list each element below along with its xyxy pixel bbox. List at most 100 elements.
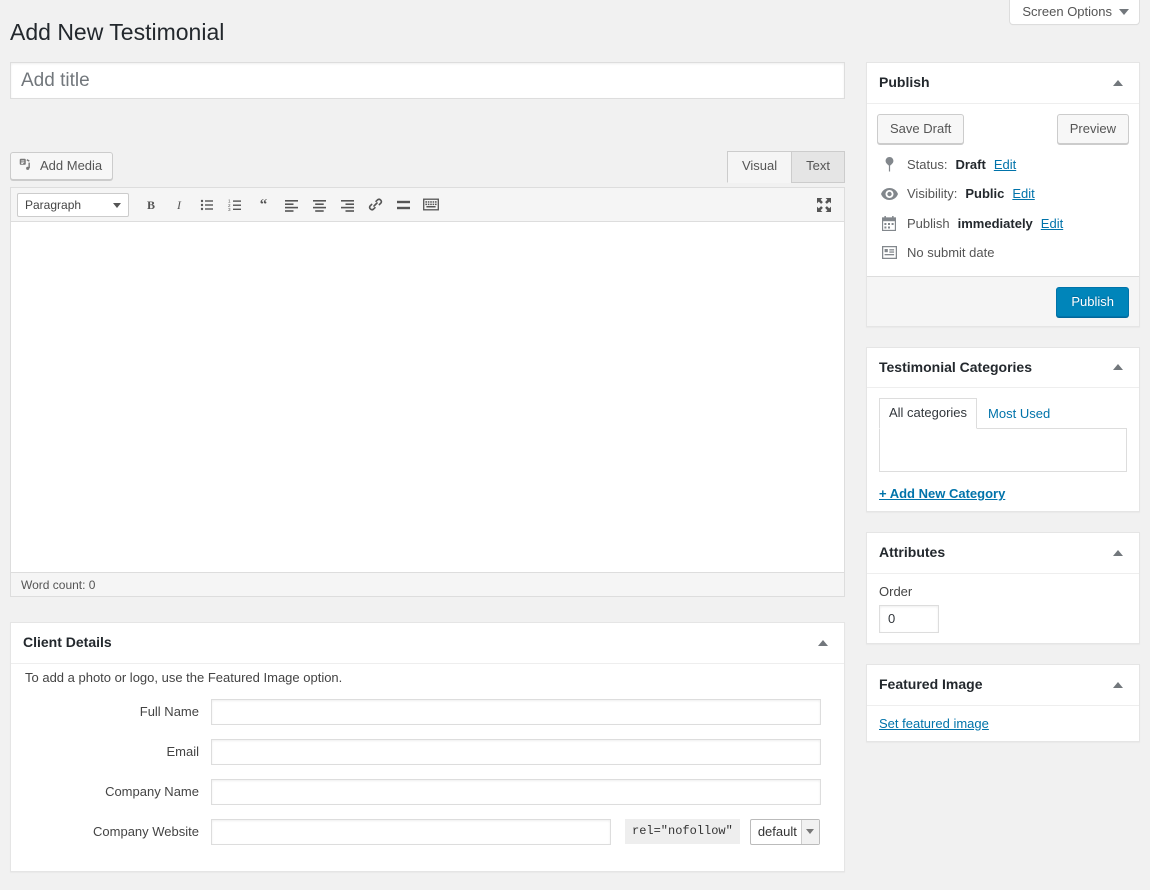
numbered-list-button[interactable]: 1 2 3: [221, 192, 249, 218]
submit-date-row: No submit date: [879, 238, 1127, 268]
main-content-column: Add Media Visual Text Paragraph: [10, 62, 845, 872]
toolbar-toggle-icon: [423, 198, 439, 211]
submit-date-text: No submit date: [907, 245, 995, 261]
publish-date-edit-link[interactable]: Edit: [1041, 214, 1063, 234]
publish-header: Publish: [867, 63, 1139, 104]
screen-options-label: Screen Options: [1022, 4, 1112, 19]
visibility-row: Visibility: Public Edit: [879, 179, 1127, 209]
add-media-button[interactable]: Add Media: [10, 152, 114, 180]
attributes-metabox: Attributes Order: [866, 532, 1140, 644]
align-center-button[interactable]: [305, 192, 333, 218]
client-details-metabox: Client Details To add a photo or logo, u…: [10, 622, 845, 872]
email-input[interactable]: [211, 738, 821, 765]
featured-image-panel-title: Featured Image: [879, 675, 983, 692]
tab-most-used[interactable]: Most Used: [977, 400, 1059, 429]
toolbar-toggle-button[interactable]: [417, 192, 445, 218]
media-icon: [19, 159, 30, 171]
align-left-icon: [284, 199, 298, 212]
company-website-input[interactable]: [211, 818, 611, 845]
eye-icon: [879, 187, 899, 200]
italic-button[interactable]: I: [165, 192, 193, 218]
svg-text:I: I: [176, 198, 182, 212]
format-select-wrapper: Paragraph: [15, 192, 137, 217]
paragraph-format-select[interactable]: Paragraph: [17, 192, 129, 217]
client-details-toggle-button[interactable]: [810, 630, 836, 656]
featured-image-metabox: Featured Image Set featured image: [866, 663, 1140, 742]
numbered-list-icon: 1 2 3: [228, 198, 241, 212]
link-button[interactable]: [361, 192, 389, 218]
publish-metabox: Publish Save Draft Preview Status: Draft…: [866, 62, 1140, 327]
attributes-panel-title: Attributes: [879, 544, 946, 561]
featured-image-body: Set featured image: [867, 706, 1139, 741]
attributes-header: Attributes: [867, 533, 1139, 574]
full-name-input[interactable]: [211, 698, 821, 725]
categories-metabox: Testimonial Categories All categories Mo…: [866, 346, 1140, 513]
publish-status-rows: Status: Draft Edit Visibility: Public Ed…: [867, 150, 1139, 276]
publish-toggle-button[interactable]: [1105, 70, 1131, 96]
client-details-body: To add a photo or logo, use the Featured…: [11, 664, 844, 871]
align-right-button[interactable]: [333, 192, 361, 218]
order-input[interactable]: [879, 604, 939, 633]
link-icon: [368, 198, 382, 211]
categories-header: Testimonial Categories: [867, 348, 1139, 389]
email-label: Email: [166, 744, 199, 760]
fullscreen-icon: [817, 198, 831, 212]
categories-toggle-button[interactable]: [1105, 354, 1131, 380]
pin-icon: [879, 156, 899, 172]
full-name-label: Full Name: [139, 704, 199, 720]
svg-text:“: “: [259, 198, 267, 212]
editor-content-area[interactable]: [11, 222, 844, 572]
bulleted-list-button[interactable]: [193, 192, 221, 218]
visibility-prefix: Visibility:: [907, 186, 958, 202]
page-title: Add New Testimonial: [10, 19, 225, 45]
client-details-panel: Client Details To add a photo or logo, u…: [10, 622, 845, 890]
form-icon: [879, 246, 899, 260]
screen-options-button[interactable]: Screen Options: [1009, 0, 1140, 25]
publish-date-row: Publish immediately Edit: [879, 209, 1127, 239]
client-details-header: Client Details: [11, 623, 844, 664]
read-more-button[interactable]: [389, 192, 417, 218]
categories-panel-title: Testimonial Categories: [879, 358, 1033, 375]
fullscreen-button[interactable]: [810, 192, 838, 218]
blockquote-icon: “: [259, 198, 267, 212]
categories-tabs: All categories Most Used: [879, 398, 1127, 430]
categories-body: All categories Most Used + Add New Categ…: [867, 388, 1139, 511]
read-more-icon: [396, 200, 410, 209]
tab-visual[interactable]: Visual: [726, 151, 793, 183]
publish-date-value: immediately: [957, 215, 1033, 231]
client-details-title: Client Details: [23, 634, 112, 650]
blockquote-button[interactable]: “: [249, 192, 277, 218]
publish-button[interactable]: Publish: [1056, 286, 1129, 317]
chevron-up-icon: [818, 639, 828, 646]
post-title-input[interactable]: [10, 62, 845, 99]
rel-attribute-select[interactable]: default: [749, 818, 820, 845]
categories-list[interactable]: [879, 428, 1127, 473]
editor-toolbar: Paragraph B I 1 2 3 “: [11, 188, 844, 222]
add-new-category-link[interactable]: + Add New Category: [879, 486, 1005, 501]
publish-footer: Publish: [867, 275, 1139, 326]
editor-mode-tabs: Visual Text: [726, 149, 845, 183]
attributes-toggle-button[interactable]: [1105, 540, 1131, 566]
chevron-up-icon: [1113, 550, 1123, 557]
tab-all-categories[interactable]: All categories: [879, 398, 978, 430]
save-draft-button[interactable]: Save Draft: [877, 113, 965, 144]
admin-page: Screen Options Add New Testimonial Add M…: [0, 0, 1150, 890]
bold-button[interactable]: B: [137, 192, 165, 218]
status-prefix: Status:: [907, 156, 948, 172]
featured-image-toggle-button[interactable]: [1105, 672, 1131, 698]
tab-text[interactable]: Text: [791, 151, 845, 183]
set-featured-image-link[interactable]: Set featured image: [879, 716, 989, 731]
bold-icon: B: [147, 198, 155, 212]
chevron-up-icon: [1113, 79, 1123, 86]
featured-image-header: Featured Image: [867, 665, 1139, 706]
preview-button[interactable]: Preview: [1056, 113, 1129, 144]
company-name-input[interactable]: [211, 778, 821, 805]
publish-date-prefix: Publish: [907, 215, 950, 231]
align-left-button[interactable]: [277, 192, 305, 218]
field-row-company-website: Company Website rel="nofollow" default: [11, 818, 844, 845]
calendar-icon: [879, 215, 899, 231]
status-edit-link[interactable]: Edit: [994, 155, 1016, 175]
visibility-edit-link[interactable]: Edit: [1012, 184, 1034, 204]
bulleted-list-icon: [200, 199, 213, 210]
visibility-value: Public: [965, 186, 1005, 202]
